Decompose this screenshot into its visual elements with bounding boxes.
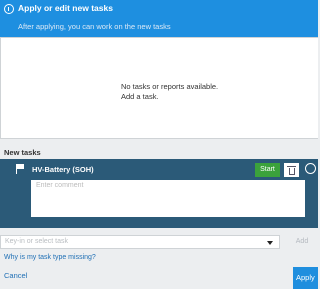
add-task-button[interactable]: Add bbox=[286, 235, 318, 249]
apply-button[interactable]: Apply bbox=[293, 267, 318, 289]
empty-state-line-1: No tasks or reports available. bbox=[121, 82, 219, 91]
task-select-dropdown[interactable]: Key-in or select task bbox=[0, 235, 280, 249]
dialog-subtitle: After applying, you can work on the new … bbox=[18, 22, 171, 31]
new-tasks-label: New tasks bbox=[4, 148, 41, 157]
more-icon[interactable] bbox=[305, 163, 316, 174]
info-icon bbox=[4, 4, 14, 14]
delete-task-button[interactable] bbox=[284, 163, 299, 177]
cancel-button[interactable]: Cancel bbox=[4, 271, 27, 280]
dialog-title: Apply or edit new tasks bbox=[18, 3, 113, 13]
comment-field[interactable] bbox=[31, 180, 305, 217]
empty-state-line-2: Add a task. bbox=[121, 92, 159, 101]
chevron-down-icon bbox=[267, 241, 273, 245]
missing-task-type-link[interactable]: Why is my task type missing? bbox=[4, 254, 96, 261]
new-task-card: HV-Battery (SOH) Start bbox=[0, 159, 318, 228]
start-task-button[interactable]: Start bbox=[255, 163, 280, 177]
task-name: HV-Battery (SOH) bbox=[32, 165, 94, 174]
task-list-panel: No tasks or reports available. Add a tas… bbox=[0, 37, 318, 139]
dialog-header: Apply or edit new tasks After applying, … bbox=[0, 0, 318, 37]
flag-icon bbox=[16, 164, 25, 174]
task-select-placeholder: Key-in or select task bbox=[5, 238, 69, 245]
empty-state-message: No tasks or reports available. Add a tas… bbox=[121, 82, 218, 102]
